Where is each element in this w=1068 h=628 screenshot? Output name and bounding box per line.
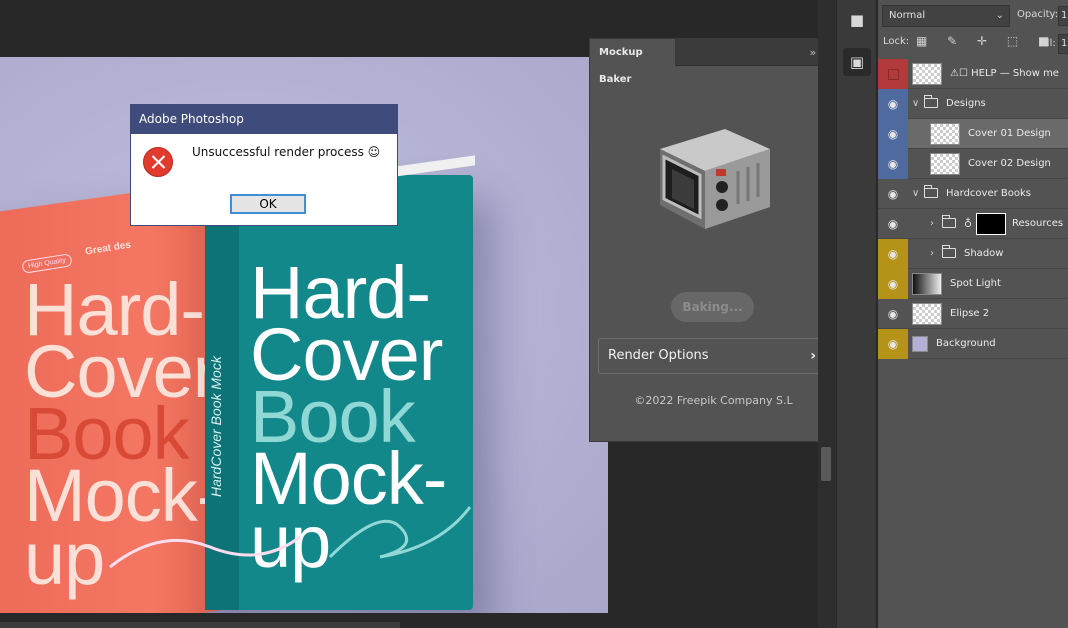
lock-options-icons[interactable]: ▦ ✎ ✛ ⬚ ■ xyxy=(916,34,1057,48)
chevron-down-icon[interactable]: ∨ xyxy=(912,179,919,209)
layer-row[interactable]: ◉ ∨ Hardcover Books xyxy=(878,179,1068,209)
layer-name: Spot Light xyxy=(950,278,1001,289)
chevron-right-icon[interactable]: › xyxy=(930,209,934,239)
oven-icon xyxy=(660,129,770,229)
layer-row[interactable]: ◉ Spot Light xyxy=(878,269,1068,299)
teal-spine-text: HardCover Book Mock xyxy=(208,356,224,497)
fill-field[interactable]: 100% xyxy=(1058,34,1068,54)
baker-tab-bar: Mockup Baker » ≡ xyxy=(590,39,835,85)
layer-name: Resources xyxy=(1012,218,1064,229)
eye-icon[interactable]: ◉ xyxy=(878,209,908,239)
error-dialog: Adobe Photoshop Unsuccessful render proc… xyxy=(130,104,398,226)
ok-button[interactable]: OK xyxy=(230,194,306,214)
layer-row[interactable]: ◉ Elipse 2 xyxy=(878,299,1068,329)
layer-row[interactable]: ◉ › ♁ Resources xyxy=(878,209,1068,239)
eye-icon[interactable]: ◉ xyxy=(878,299,908,329)
folder-icon xyxy=(942,215,956,228)
layer-thumbnail xyxy=(930,123,960,145)
chevron-down-icon[interactable]: ∨ xyxy=(912,89,919,119)
layer-thumbnail xyxy=(930,153,960,175)
scrollbar-thumb[interactable] xyxy=(821,447,831,481)
layer-row[interactable]: ◉ Background xyxy=(878,329,1068,359)
folder-icon xyxy=(924,185,938,198)
baking-button[interactable]: Baking... xyxy=(671,292,754,322)
dialog-message: Unsuccessful render process ☺ xyxy=(192,145,381,159)
eye-icon[interactable]: ◉ xyxy=(878,179,908,209)
chevron-right-icon: › xyxy=(810,348,816,364)
layer-thumbnail xyxy=(912,273,942,295)
blend-mode-value: Normal xyxy=(889,10,926,21)
layer-name: Cover 01 Design xyxy=(968,128,1051,139)
render-options-button[interactable]: Render Options › xyxy=(598,338,827,374)
layer-row[interactable]: ◉ Cover 02 Design xyxy=(878,149,1068,179)
eye-icon[interactable]: ◉ xyxy=(878,119,908,149)
visibility-toggle-icon[interactable] xyxy=(878,59,908,89)
layers-panel: Normal ⌄ Opacity: 100% Lock: ▦ ✎ ✛ ⬚ ■ F… xyxy=(877,0,1068,628)
layer-row[interactable]: ◉ Cover 01 Design xyxy=(878,119,1068,149)
layer-thumbnail xyxy=(912,303,942,325)
eye-icon[interactable]: ◉ xyxy=(878,329,908,359)
layer-row[interactable]: ◉ › Shadow xyxy=(878,239,1068,269)
dialog-title: Adobe Photoshop xyxy=(131,105,397,134)
layer-list: ⚠☐ HELP — Show me ◉ ∨ Designs ◉ Cover 01 Desi… xyxy=(878,59,1068,359)
opacity-field[interactable]: 100% xyxy=(1058,6,1068,26)
tab-mockup-baker[interactable]: Mockup Baker xyxy=(590,39,675,85)
chevron-right-icon[interactable]: › xyxy=(930,239,934,269)
photoshop-window: High Quality Great des Hard- Cover Book … xyxy=(0,0,1068,628)
error-icon xyxy=(143,147,173,177)
layer-name: Background xyxy=(936,338,996,349)
copyright-text: ©2022 Freepik Company S.L xyxy=(634,394,793,407)
layer-thumbnail xyxy=(912,63,942,85)
opacity-label: Opacity: xyxy=(1017,9,1059,20)
folder-icon xyxy=(942,245,956,258)
layer-row[interactable]: ◉ ∨ Designs xyxy=(878,89,1068,119)
panel-icon[interactable]: ▣ xyxy=(843,48,871,76)
layer-name: Cover 02 Design xyxy=(968,158,1051,169)
layer-name: Elipse 2 xyxy=(950,308,990,319)
mask-thumbnail xyxy=(976,213,1006,235)
swoosh-decoration xyxy=(109,506,472,569)
layer-name: Shadow xyxy=(964,248,1004,259)
icon-strip: ■ ▣ xyxy=(836,0,876,628)
layer-name: Hardcover Books xyxy=(946,188,1032,199)
lock-label: Lock: xyxy=(883,36,910,47)
vertical-scrollbar[interactable] xyxy=(818,0,836,628)
render-options-label: Render Options xyxy=(608,348,709,363)
eye-icon[interactable]: ◉ xyxy=(878,89,908,119)
eye-icon[interactable]: ◉ xyxy=(878,239,908,269)
layer-name: ⚠☐ HELP — Show me xyxy=(950,68,1059,79)
layer-thumbnail xyxy=(912,336,928,352)
fill-label: Fill: xyxy=(1039,38,1056,49)
layer-row[interactable]: ⚠☐ HELP — Show me xyxy=(878,59,1068,89)
link-icon[interactable]: ♁ xyxy=(964,209,972,239)
layer-name: Designs xyxy=(946,98,986,109)
horizontal-scrollbar[interactable] xyxy=(0,622,400,628)
eye-icon[interactable]: ◉ xyxy=(878,269,908,299)
chevron-down-icon: ⌄ xyxy=(995,10,1004,21)
mockup-baker-panel: Mockup Baker » ≡ Baking... Render Option… xyxy=(589,38,836,442)
blend-mode-select[interactable]: Normal ⌄ xyxy=(882,5,1010,27)
comment-icon[interactable]: ■ xyxy=(843,6,871,34)
folder-icon xyxy=(924,95,938,108)
eye-icon[interactable]: ◉ xyxy=(878,149,908,179)
